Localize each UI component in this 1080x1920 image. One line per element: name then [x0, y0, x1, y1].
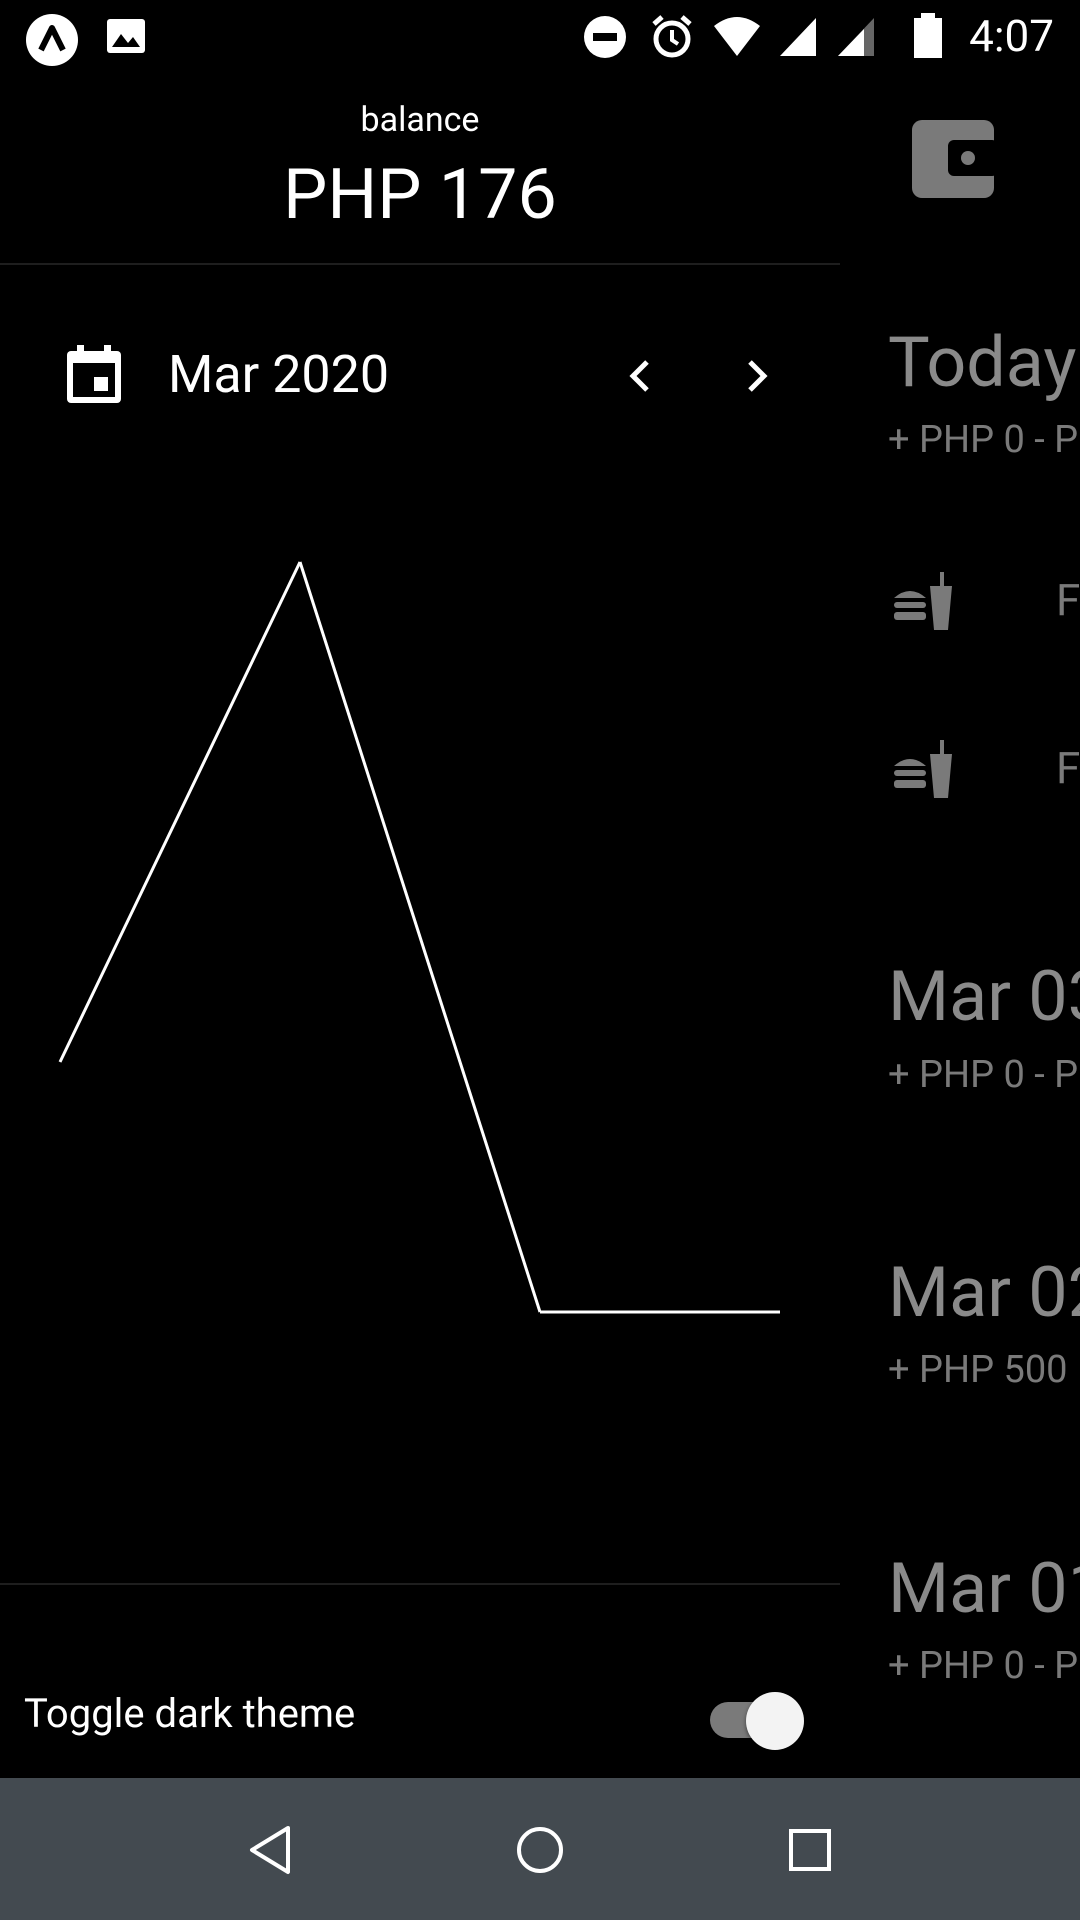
- day-title-today: Today: [888, 322, 1077, 404]
- back-icon[interactable]: [238, 1818, 302, 1882]
- wallet-icon[interactable]: [910, 116, 1000, 204]
- battery-icon: [912, 12, 944, 64]
- month-selector: Mar 2020: [0, 322, 840, 432]
- month-label: Mar 2020: [168, 344, 390, 405]
- footer-divider: [0, 1583, 840, 1585]
- balance-value: PHP 176: [283, 154, 557, 236]
- app-notification-icon: [24, 12, 80, 72]
- day-summary-mar-01: + PHP 0 - P: [888, 1644, 1079, 1688]
- chart-line-segment: [58, 561, 302, 1063]
- recents-icon[interactable]: [778, 1818, 842, 1882]
- header-divider: [0, 263, 840, 265]
- wifi-icon: [712, 14, 762, 62]
- balance-chart: [58, 561, 780, 1314]
- chart-line-segment: [298, 561, 542, 1313]
- status-bar: 4:07: [0, 0, 1080, 72]
- theme-toggle-label: Toggle dark theme: [24, 1690, 356, 1737]
- switch-thumb: [746, 1692, 804, 1750]
- day-title-mar-03: Mar 03: [888, 956, 1080, 1038]
- dark-theme-switch[interactable]: [708, 1688, 808, 1750]
- image-notification-icon: [104, 14, 148, 62]
- day-summary-mar-02: + PHP 500: [888, 1348, 1068, 1392]
- food-icon: [892, 572, 956, 636]
- balance-label: balance: [360, 100, 480, 140]
- chevron-left-icon[interactable]: [608, 344, 672, 408]
- main-content: Today + PHP 0 - P F F Mar 03 + PHP 0 - P…: [840, 72, 1080, 1778]
- day-title-mar-01: Mar 01: [888, 1548, 1080, 1630]
- theme-toggle-row[interactable]: Toggle dark theme: [0, 1662, 840, 1762]
- day-title-mar-02: Mar 02: [888, 1252, 1080, 1334]
- transaction-label: F: [1056, 574, 1080, 626]
- food-icon: [892, 740, 956, 804]
- day-summary-today: + PHP 0 - P: [888, 418, 1079, 462]
- system-nav-bar: [0, 1778, 1080, 1920]
- status-time: 4:07: [969, 10, 1054, 62]
- chevron-right-icon[interactable]: [725, 344, 789, 408]
- alarm-icon: [648, 12, 696, 64]
- signal-icon-2: [836, 14, 876, 62]
- transaction-label: F: [1056, 742, 1080, 794]
- signal-icon: [778, 14, 818, 62]
- do-not-disturb-icon: [582, 14, 628, 64]
- day-summary-mar-03: + PHP 0 - P: [888, 1053, 1079, 1097]
- home-icon[interactable]: [508, 1818, 572, 1882]
- navigation-drawer: balance PHP 176 Mar 2020 Toggle dark the…: [0, 72, 840, 1778]
- calendar-icon[interactable]: [62, 342, 126, 406]
